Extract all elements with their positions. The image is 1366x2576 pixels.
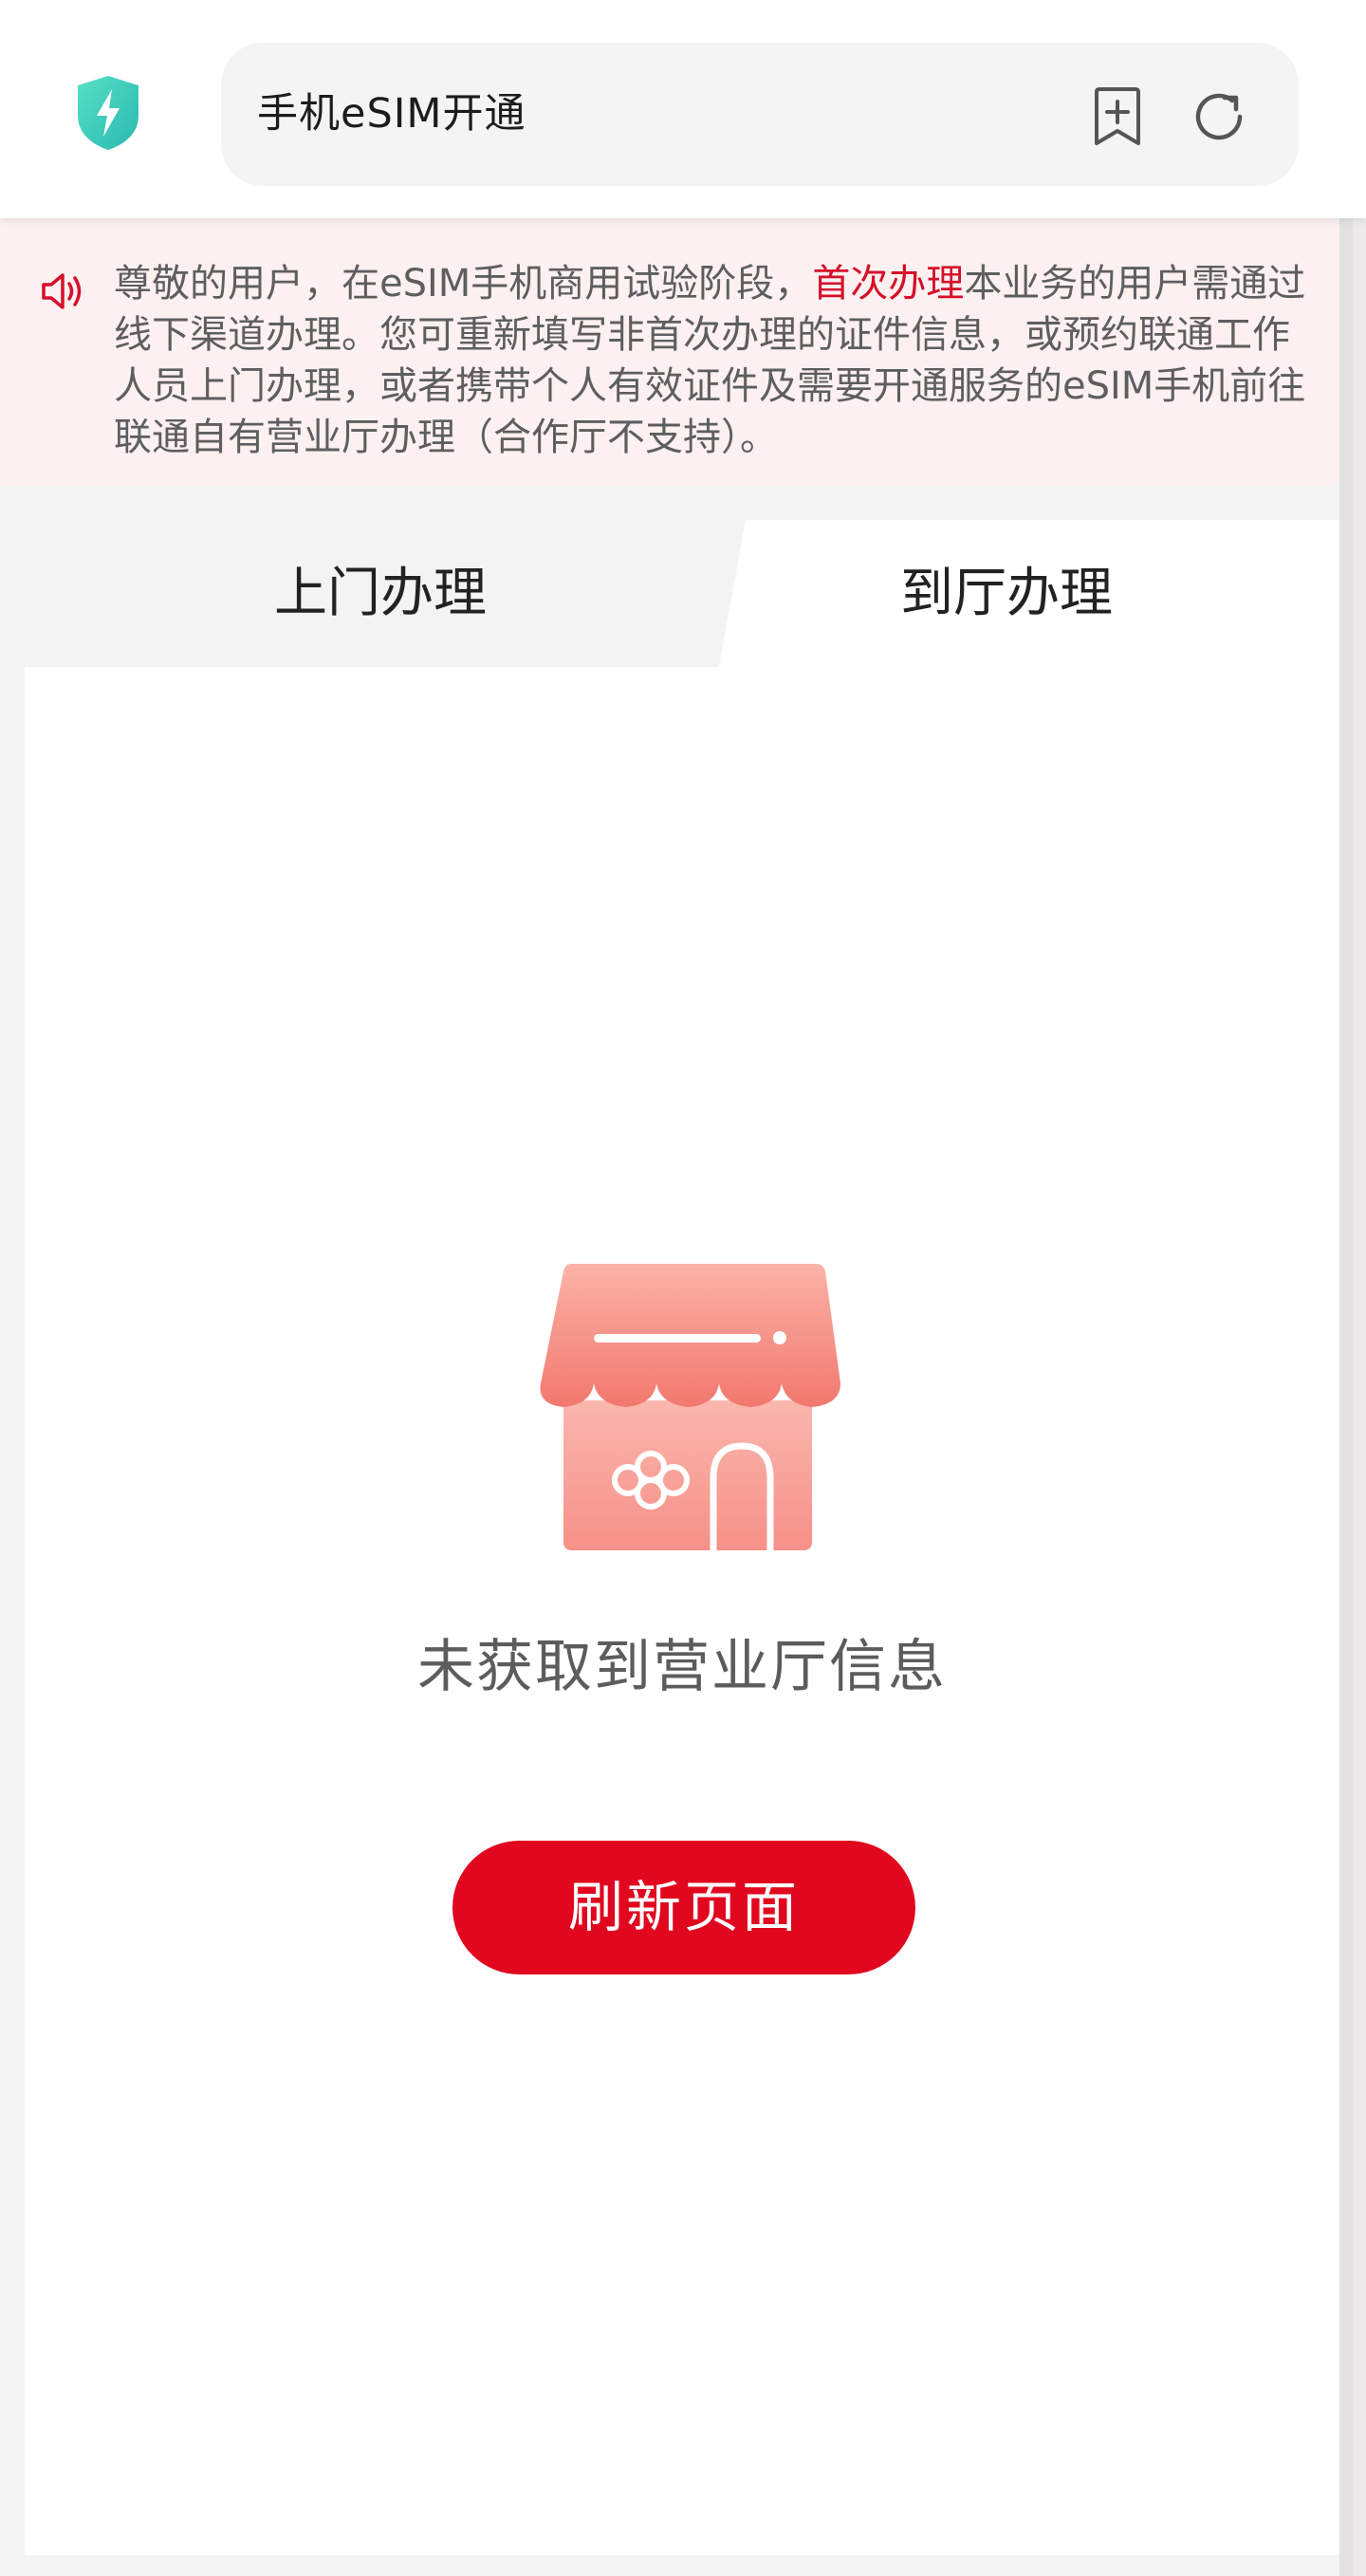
tab-store-visit-label[interactable]: 到厅办理 — [755, 520, 1258, 667]
tab-home-visit-label[interactable]: 上门办理 — [101, 520, 660, 667]
browser-top-bar: 手机eSIM开通 — [0, 0, 1366, 218]
bottom-strip — [0, 2555, 1366, 2576]
refresh-icon[interactable] — [1189, 86, 1249, 147]
tab-bar: 上门办理 到厅办理 — [25, 520, 1339, 667]
content-card: 上门办理 到厅办理 未获取到营业厅信息 刷新页面 — [25, 520, 1339, 2555]
add-bookmark-icon[interactable] — [1089, 86, 1146, 147]
shield-lightning-icon[interactable] — [74, 74, 142, 152]
empty-state-message: 未获取到营业厅信息 — [417, 1634, 947, 1700]
scroll-gutter — [1339, 218, 1366, 2576]
page-title: 手机eSIM开通 — [257, 90, 526, 138]
store-icon — [540, 1264, 840, 1550]
notice-text-before: 尊敬的用户，在eSIM手机商用试验阶段， — [114, 262, 813, 306]
refresh-page-button[interactable]: 刷新页面 — [452, 1841, 915, 1974]
address-bar[interactable]: 手机eSIM开通 — [221, 43, 1299, 186]
page: 手机eSIM开通 尊敬的用户，在eSIM手机商用试验阶段，首次办理本业务的用户需… — [0, 0, 1366, 2576]
notice-banner: 尊敬的用户，在eSIM手机商用试验阶段，首次办理本业务的用户需通过线下渠道办理。… — [0, 218, 1339, 486]
speaker-icon — [42, 273, 82, 309]
notice-highlight: 首次办理 — [812, 262, 965, 306]
notice-text: 尊敬的用户，在eSIM手机商用试验阶段，首次办理本业务的用户需通过线下渠道办理。… — [114, 258, 1319, 463]
